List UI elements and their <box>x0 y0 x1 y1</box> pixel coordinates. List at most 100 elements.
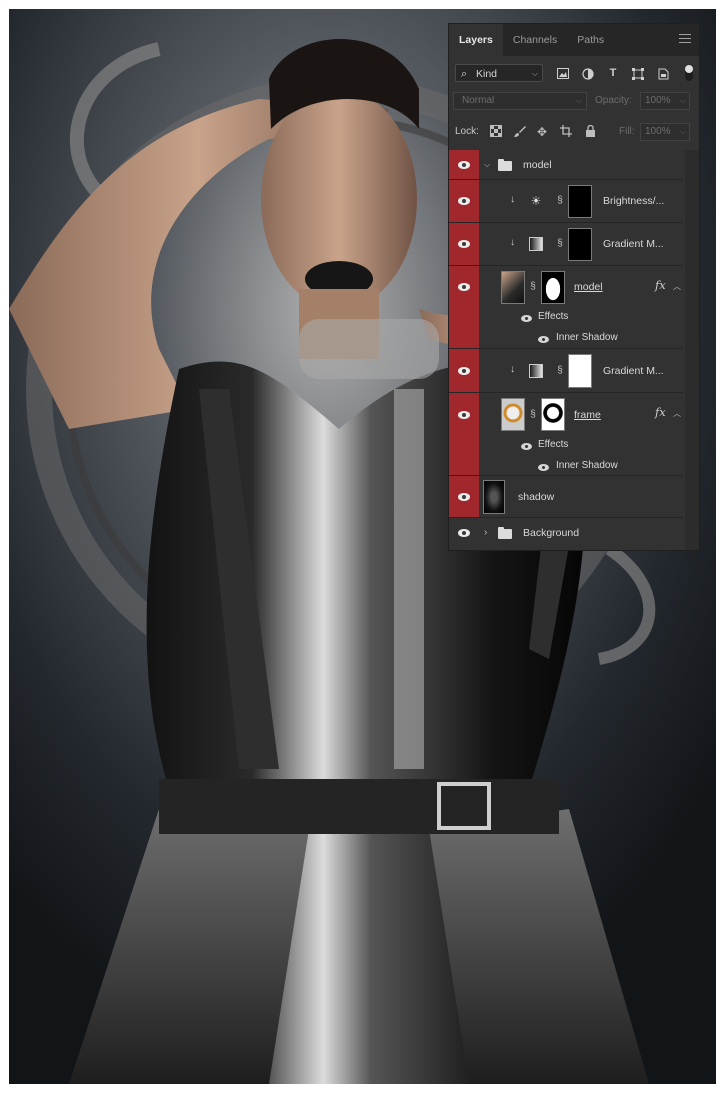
lock-row: Lock: ✥ Fill: 100% ⌵ <box>449 120 699 144</box>
panel-menu-icon[interactable] <box>679 34 691 46</box>
layer-name: frame <box>574 409 601 421</box>
lock-all-icon[interactable] <box>583 124 597 139</box>
effects-eye-icon[interactable] <box>521 443 532 450</box>
layer-row-gradient-map-2[interactable]: ↓ § Gradient M... <box>449 349 683 393</box>
eye-icon <box>458 529 470 537</box>
lock-move-icon[interactable]: ✥ <box>535 125 549 139</box>
link-icon: § <box>557 365 563 376</box>
lock-transparent-icon[interactable] <box>489 125 503 139</box>
chevron-down-icon: ⌵ <box>531 69 538 78</box>
opacity-label: Opacity: <box>595 95 632 106</box>
eye-icon <box>458 197 470 205</box>
visibility-toggle[interactable] <box>449 518 479 548</box>
layers-scrollbar[interactable] <box>685 150 699 550</box>
visibility-toggle[interactable] <box>449 393 479 475</box>
inner-shadow-eye-icon[interactable] <box>538 464 549 471</box>
layer-mask-thumbnail <box>568 228 592 261</box>
eye-icon <box>458 493 470 501</box>
layer-row-background-group[interactable]: › Background <box>449 518 683 548</box>
layer-row-shadow[interactable]: shadow <box>449 476 683 518</box>
inner-shadow-eye-icon[interactable] <box>538 336 549 343</box>
layers-panel: Layers Channels Paths ⌕ Kind ⌵ T Normal … <box>449 24 699 550</box>
layer-row-gradient-map-1[interactable]: ↓ § Gradient M... <box>449 223 683 266</box>
visibility-toggle[interactable] <box>449 476 479 517</box>
image-filter-icon[interactable] <box>557 68 569 79</box>
layer-name: model <box>574 281 603 293</box>
effects-label: Effects <box>538 311 569 322</box>
tab-layers[interactable]: Layers <box>449 24 503 56</box>
folder-icon <box>498 527 512 539</box>
layer-mask-thumbnail <box>568 185 592 218</box>
layers-list: ⌵ model ↓ ☀ § Brightness/... ↓ § Gradien… <box>449 150 699 550</box>
layer-mask-thumbnail <box>568 354 592 388</box>
fx-icon[interactable]: fx <box>655 278 666 292</box>
layer-row-brightness[interactable]: ↓ ☀ § Brightness/... <box>449 180 683 223</box>
adjustment-filter-icon[interactable] <box>582 68 594 80</box>
filter-kind-label: Kind <box>476 68 498 80</box>
type-filter-icon[interactable]: T <box>607 68 619 79</box>
effect-name: Inner Shadow <box>556 460 618 471</box>
gradient-map-icon <box>529 364 543 378</box>
tab-channels[interactable]: Channels <box>503 24 567 56</box>
link-icon: § <box>530 409 536 420</box>
chevron-down-icon: ⌵ <box>679 127 686 136</box>
filter-kind-select[interactable]: ⌕ Kind ⌵ <box>455 64 543 82</box>
layer-row-model[interactable]: § model fx ︿ Effects Inner Shadow <box>449 266 683 349</box>
blend-row: Normal ⌵ Opacity: 100% ⌵ <box>449 90 699 112</box>
link-icon: § <box>557 238 563 249</box>
shape-filter-icon[interactable] <box>632 68 644 80</box>
opacity-input[interactable]: 100% ⌵ <box>640 92 690 110</box>
chevron-down-icon[interactable]: ⌵ <box>484 160 490 170</box>
folder-icon <box>498 159 512 171</box>
layer-name: model <box>523 159 552 171</box>
tab-paths[interactable]: Paths <box>567 24 614 56</box>
gradient-map-icon <box>529 237 543 251</box>
clipping-arrow-icon: ↓ <box>510 237 515 248</box>
effects-eye-icon[interactable] <box>521 315 532 322</box>
blend-mode-select[interactable]: Normal ⌵ <box>453 92 587 110</box>
effects-label: Effects <box>538 439 569 450</box>
chevron-down-icon: ⌵ <box>575 96 582 105</box>
visibility-toggle[interactable] <box>449 180 479 222</box>
eye-icon <box>458 411 470 419</box>
visibility-toggle[interactable] <box>449 266 479 348</box>
lock-label: Lock: <box>455 126 479 137</box>
link-icon: § <box>557 195 563 206</box>
layer-thumbnail <box>501 271 525 304</box>
fill-value: 100% <box>645 126 671 137</box>
opacity-value: 100% <box>645 95 671 106</box>
visibility-toggle[interactable] <box>449 223 479 265</box>
visibility-toggle[interactable] <box>449 150 479 179</box>
chevron-right-icon[interactable]: › <box>484 527 487 538</box>
clipping-arrow-icon: ↓ <box>510 194 515 205</box>
clipping-arrow-icon: ↓ <box>510 364 515 375</box>
eye-icon <box>458 240 470 248</box>
layer-row-frame[interactable]: § frame fx ︿ Effects Inner Shadow <box>449 393 683 476</box>
layer-mask-thumbnail <box>541 271 565 304</box>
fx-icon[interactable]: fx <box>655 405 666 419</box>
eye-icon <box>458 161 470 169</box>
chevron-up-icon[interactable]: ︿ <box>673 408 681 419</box>
layer-name: shadow <box>518 491 555 503</box>
smart-object-filter-icon[interactable] <box>657 68 669 80</box>
chevron-down-icon: ⌵ <box>679 96 686 105</box>
lock-artboard-icon[interactable] <box>559 125 573 139</box>
panel-tab-bar: Layers Channels Paths <box>449 24 699 56</box>
brightness-contrast-icon: ☀ <box>530 194 542 208</box>
search-icon: ⌕ <box>461 68 468 80</box>
layer-row-model-group[interactable]: ⌵ model <box>449 150 683 180</box>
fill-input[interactable]: 100% ⌵ <box>640 123 690 141</box>
visibility-toggle[interactable] <box>449 349 479 392</box>
filter-row: ⌕ Kind ⌵ T <box>449 60 699 86</box>
lock-brush-icon[interactable] <box>513 125 527 139</box>
layer-name: Brightness/... <box>603 195 665 207</box>
layer-name: Background <box>523 527 580 539</box>
link-icon: § <box>530 281 536 292</box>
layer-thumbnail <box>483 480 505 514</box>
layer-name: Gradient M... <box>603 238 664 250</box>
scrollbar-thumb[interactable] <box>688 152 696 542</box>
filter-toggle[interactable] <box>685 65 693 81</box>
chevron-up-icon[interactable]: ︿ <box>673 281 681 292</box>
layer-thumbnail <box>501 398 525 431</box>
eye-icon <box>458 367 470 375</box>
